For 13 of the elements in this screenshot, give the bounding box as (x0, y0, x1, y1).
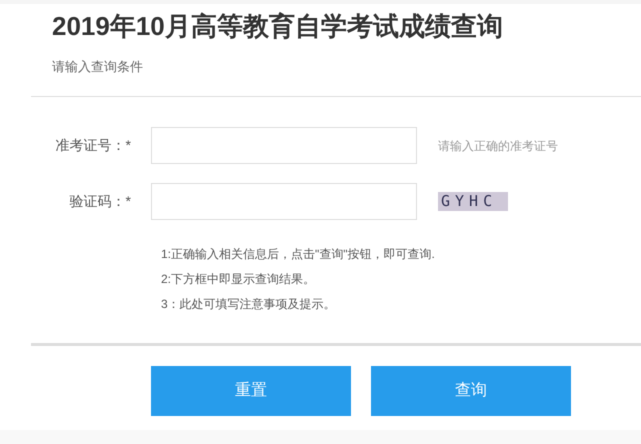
captcha-image[interactable]: GYHC (438, 192, 508, 210)
query-button[interactable]: 查询 (371, 366, 571, 416)
field-label: 验证码：* (70, 192, 131, 211)
page-subtitle: 请输入查询条件 (52, 59, 143, 74)
field-hint: 请输入正确的准考证号 (438, 138, 558, 152)
instruction-note: 3：此处可填写注意事项及提示。 (161, 296, 337, 313)
instruction-note: 1:正确输入相关信息后，点击"查询"按钮，即可查询. (161, 246, 436, 263)
field-label: 准考证号：* (56, 136, 131, 155)
instruction-note: 2:下方框中即显示查询结果。 (161, 271, 316, 288)
input-field[interactable] (151, 183, 417, 220)
page-title: 2019年10月高等教育自学考试成绩查询 (52, 10, 503, 42)
reset-button[interactable]: 重置 (151, 366, 351, 416)
input-field[interactable] (151, 127, 417, 164)
